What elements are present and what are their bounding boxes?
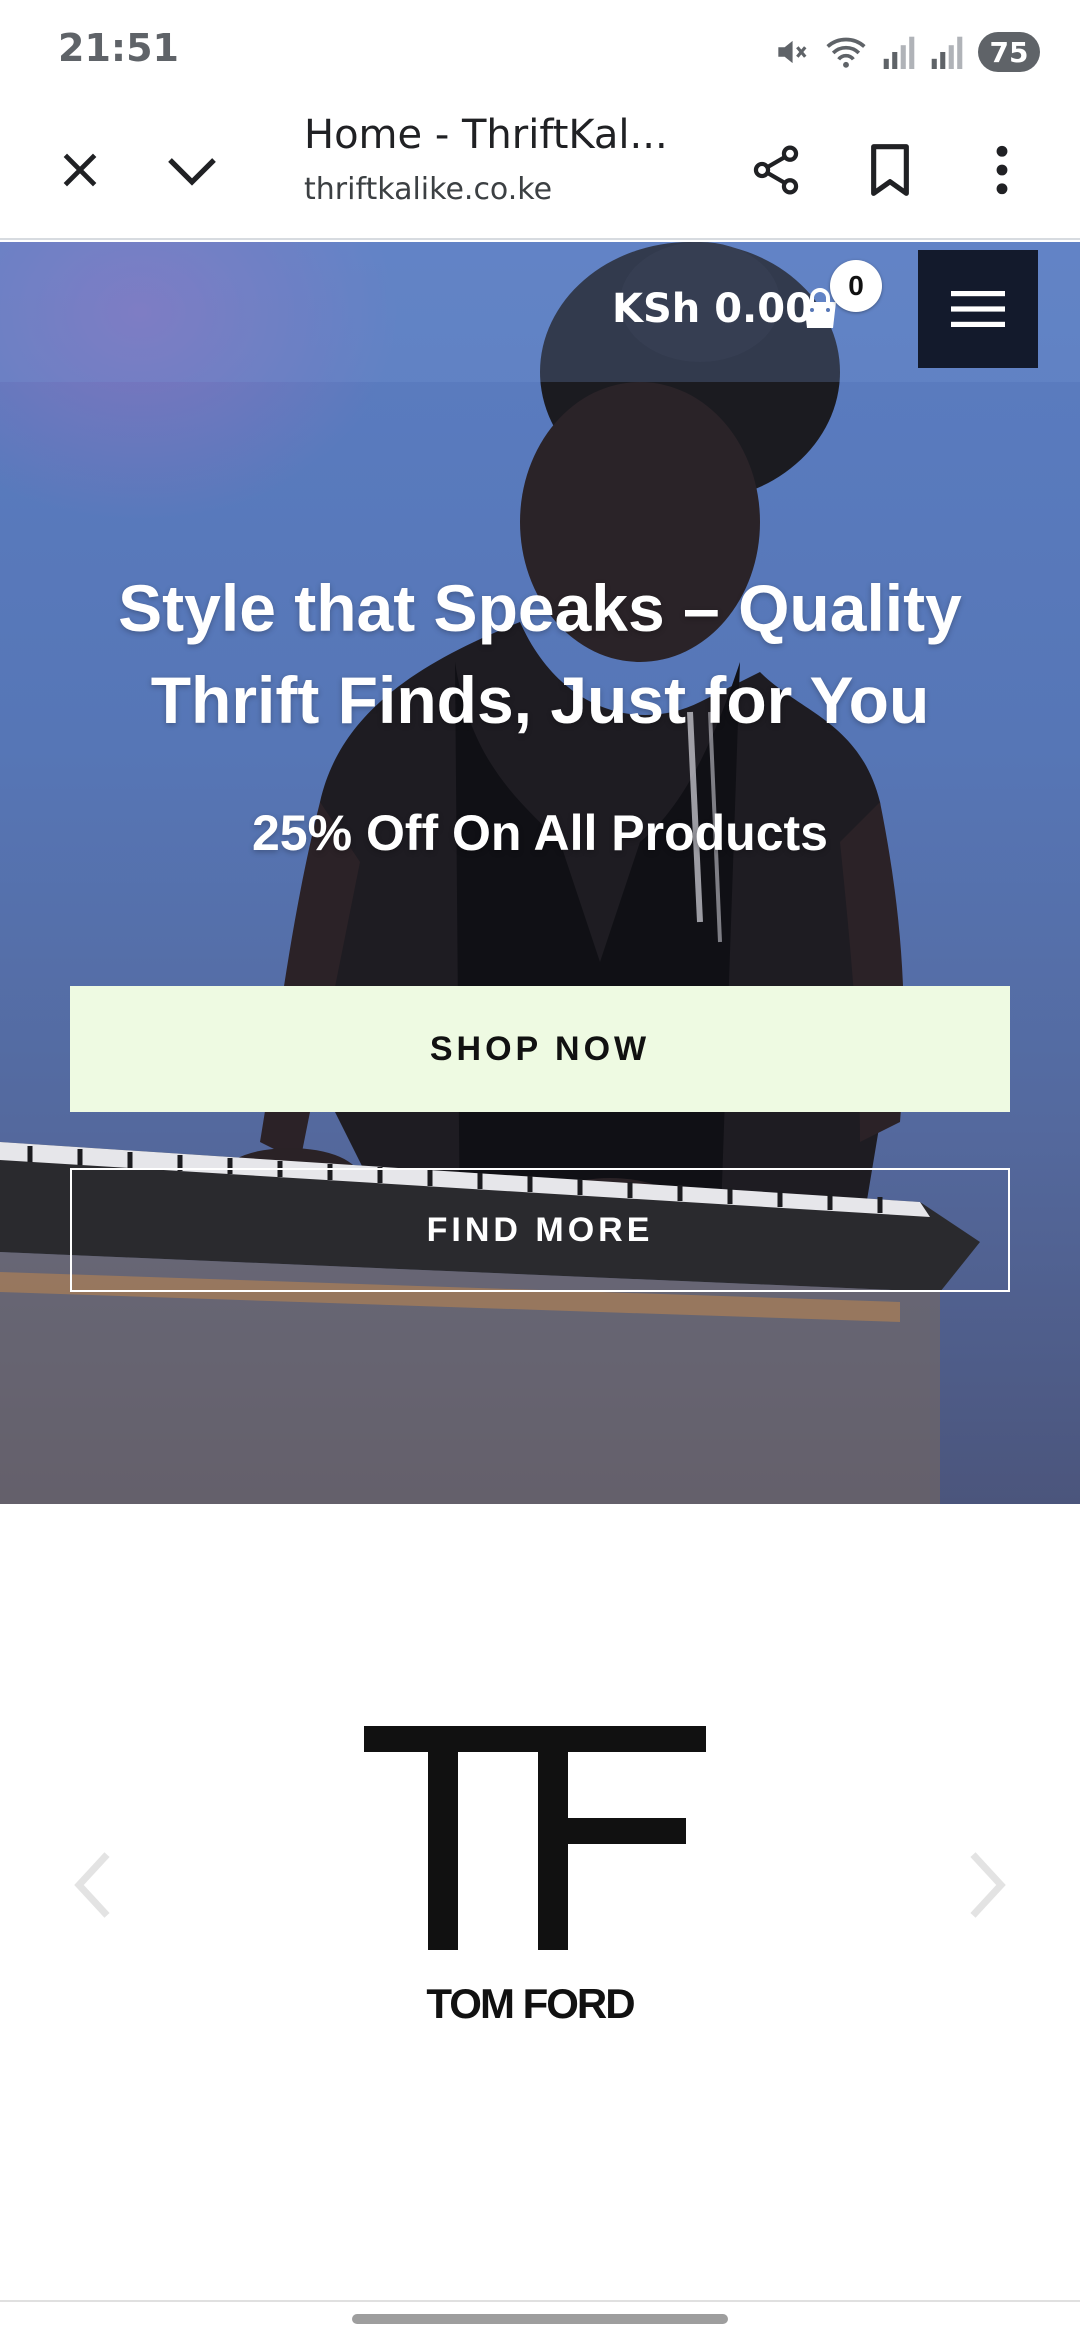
page-url[interactable]: thriftkalike.co.ke xyxy=(304,172,552,207)
brand-logo-mark xyxy=(364,1726,706,1950)
status-time: 21:51 xyxy=(58,26,179,70)
shop-now-button[interactable]: SHOP NOW xyxy=(70,986,1010,1112)
hero-subheadline: 25% Off On All Products xyxy=(251,805,828,861)
bookmark-button[interactable] xyxy=(850,130,930,210)
cart-total[interactable]: KSh 0.00 xyxy=(612,286,813,332)
menu-button[interactable] xyxy=(918,250,1038,368)
close-button[interactable] xyxy=(40,130,120,210)
close-icon xyxy=(63,153,97,187)
browser-toolbar: Home - ThriftKal... thriftkalike.co.ke xyxy=(0,100,1080,240)
battery-indicator: 75 xyxy=(978,32,1040,72)
status-icons: 75 xyxy=(772,28,1040,76)
more-vert-icon xyxy=(996,145,1008,195)
brand-name: TOM FORD xyxy=(426,1980,635,2027)
brand-carousel: TOM FORD xyxy=(0,1504,1080,2300)
chevron-right-icon[interactable] xyxy=(962,1850,1012,1920)
signal-icon xyxy=(883,36,915,69)
chevron-down-icon xyxy=(168,158,216,186)
bookmark-icon xyxy=(871,144,909,196)
status-bar: 21:51 75 xyxy=(0,0,1080,100)
page-title[interactable]: Home - ThriftKal... xyxy=(304,112,668,158)
wifi-icon xyxy=(826,37,866,68)
hamburger-icon xyxy=(951,291,1005,327)
share-icon xyxy=(753,145,799,195)
hero-headline: Style that Speaks – Quality Thrift Finds… xyxy=(118,571,962,737)
cart-count-badge: 0 xyxy=(830,260,882,312)
signal-icon xyxy=(931,36,963,69)
hero-background-image xyxy=(0,242,980,1504)
chevron-left-icon[interactable] xyxy=(68,1850,118,1920)
find-more-button[interactable]: FIND MORE xyxy=(70,1168,1010,1292)
mute-icon xyxy=(778,40,807,64)
divider xyxy=(0,2300,1080,2302)
minimize-button[interactable] xyxy=(152,130,232,210)
hero-banner: KSh 0.00 0 Style that Speaks – Quality T… xyxy=(0,242,1080,1504)
gesture-nav-handle[interactable] xyxy=(352,2314,728,2324)
share-button[interactable] xyxy=(736,130,816,210)
more-options-button[interactable] xyxy=(962,130,1042,210)
brand-logo xyxy=(364,1726,706,1950)
